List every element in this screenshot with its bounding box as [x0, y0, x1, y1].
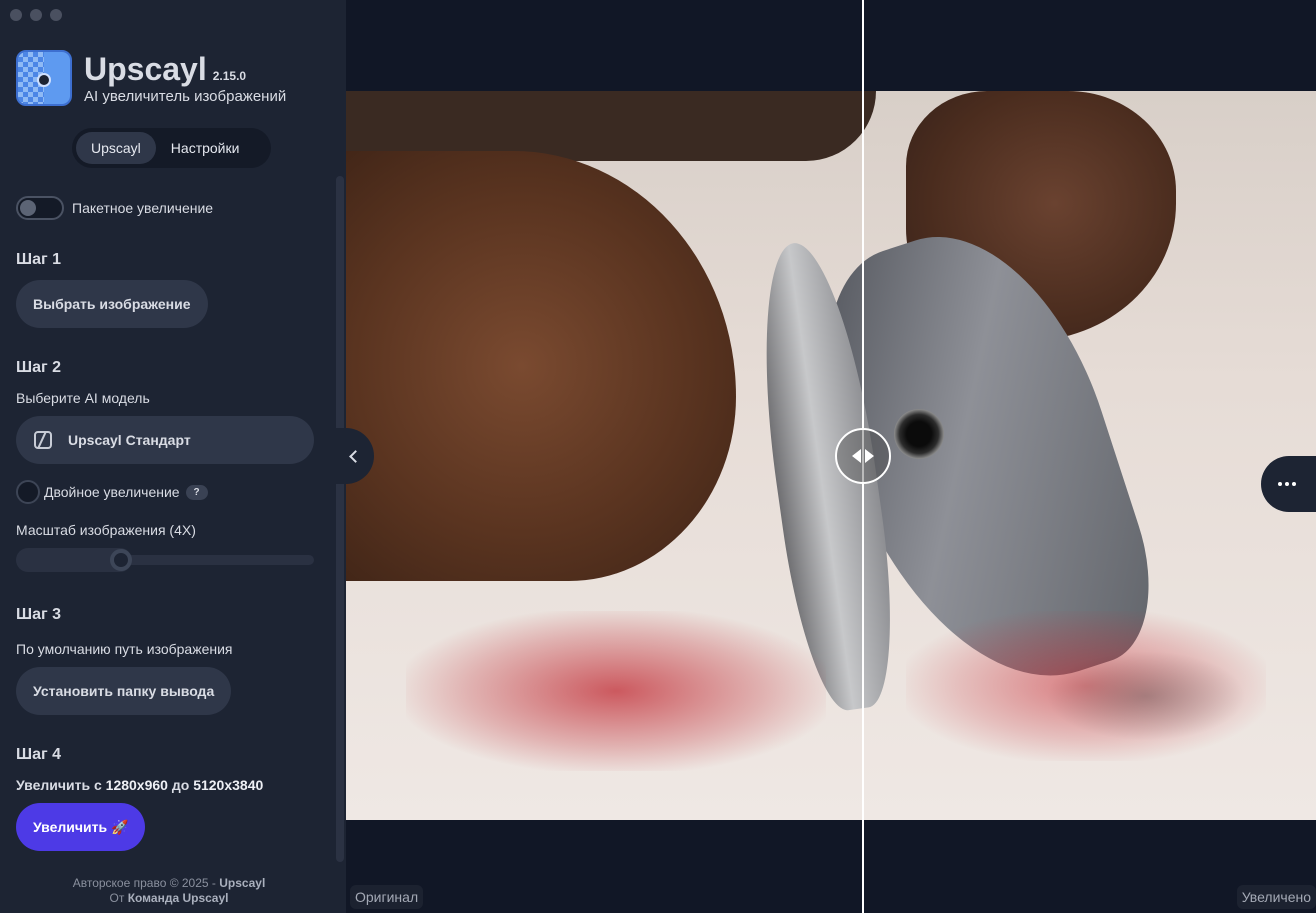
- image-viewer: [346, 0, 1316, 913]
- main-tabs: Upscayl Настройки: [72, 128, 271, 168]
- help-badge[interactable]: ?: [185, 484, 208, 500]
- step2-title: Шаг 2: [16, 359, 61, 376]
- team-prefix: От: [109, 891, 125, 905]
- tab-upscayl[interactable]: Upscayl: [76, 132, 156, 164]
- maximize-window-button[interactable]: [50, 9, 62, 21]
- copyright-brand[interactable]: Upscayl: [219, 876, 265, 890]
- model-prompt: Выберите AI модель: [16, 390, 150, 406]
- output-path-label: По умолчанию путь изображения: [16, 641, 233, 657]
- tab-settings[interactable]: Настройки: [156, 132, 255, 164]
- ellipsis-icon: [1278, 482, 1282, 486]
- copyright-prefix: Авторское право © 2025 -: [72, 876, 216, 890]
- model-selected-label: Upscayl Стандарт: [68, 432, 191, 448]
- scale-label: Масштаб изображения (4X): [16, 522, 196, 538]
- copyright: Авторское право © 2025 - Upscayl От Кома…: [0, 876, 338, 906]
- chevron-left-icon: [348, 449, 362, 463]
- batch-toggle-row: Пакетное увеличение: [16, 196, 213, 220]
- app-brand: Upscayl 2.15.0 AI увеличитель изображений: [16, 50, 286, 106]
- double-upscale-row: Двойное увеличение ?: [16, 480, 208, 504]
- upscale-button[interactable]: Увеличить 🚀: [16, 803, 146, 851]
- set-output-folder-button[interactable]: Установить папку вывода: [16, 667, 232, 715]
- more-options-button[interactable]: [1261, 456, 1316, 512]
- app-version: 2.15.0: [212, 68, 247, 83]
- comparison-image: [346, 91, 1316, 820]
- batch-upscale-label: Пакетное увеличение: [72, 200, 214, 216]
- step4-title: Шаг 4: [16, 746, 61, 763]
- compare-arrows-icon[interactable]: [835, 428, 891, 484]
- minimize-window-button[interactable]: [30, 9, 42, 21]
- upscale-summary-prefix: Увеличить с: [16, 777, 102, 793]
- target-resolution: 5120x3840: [193, 777, 264, 793]
- sidebar: Upscayl 2.15.0 AI увеличитель изображений…: [0, 0, 346, 913]
- batch-upscale-toggle[interactable]: [16, 196, 64, 220]
- model-icon: [34, 431, 52, 449]
- window-controls: [10, 9, 62, 21]
- model-select-button[interactable]: Upscayl Стандарт: [16, 416, 314, 464]
- app-name: Upscayl: [84, 50, 207, 87]
- step3-title: Шаг 3: [16, 606, 61, 623]
- double-upscale-label: Двойное увеличение: [44, 484, 180, 500]
- sidebar-scrollbar[interactable]: [336, 176, 344, 862]
- double-upscale-checkbox[interactable]: [16, 480, 40, 504]
- close-window-button[interactable]: [10, 9, 22, 21]
- upscale-summary: Увеличить с 1280x960 до 5120x3840: [16, 777, 263, 793]
- team-brand[interactable]: Команда Upscayl: [128, 891, 229, 905]
- scale-slider-thumb[interactable]: [110, 549, 132, 571]
- select-image-button[interactable]: Выбрать изображение: [16, 280, 208, 328]
- app-subtitle: AI увеличитель изображений: [84, 87, 287, 105]
- original-label: Оригинал: [350, 885, 424, 909]
- upscaled-label: Увеличено: [1236, 885, 1316, 909]
- app-logo-icon: [16, 50, 72, 106]
- upscale-summary-middle: до: [171, 777, 190, 793]
- source-resolution: 1280x960: [105, 777, 168, 793]
- scale-slider[interactable]: [16, 548, 314, 572]
- step1-title: Шаг 1: [16, 251, 61, 268]
